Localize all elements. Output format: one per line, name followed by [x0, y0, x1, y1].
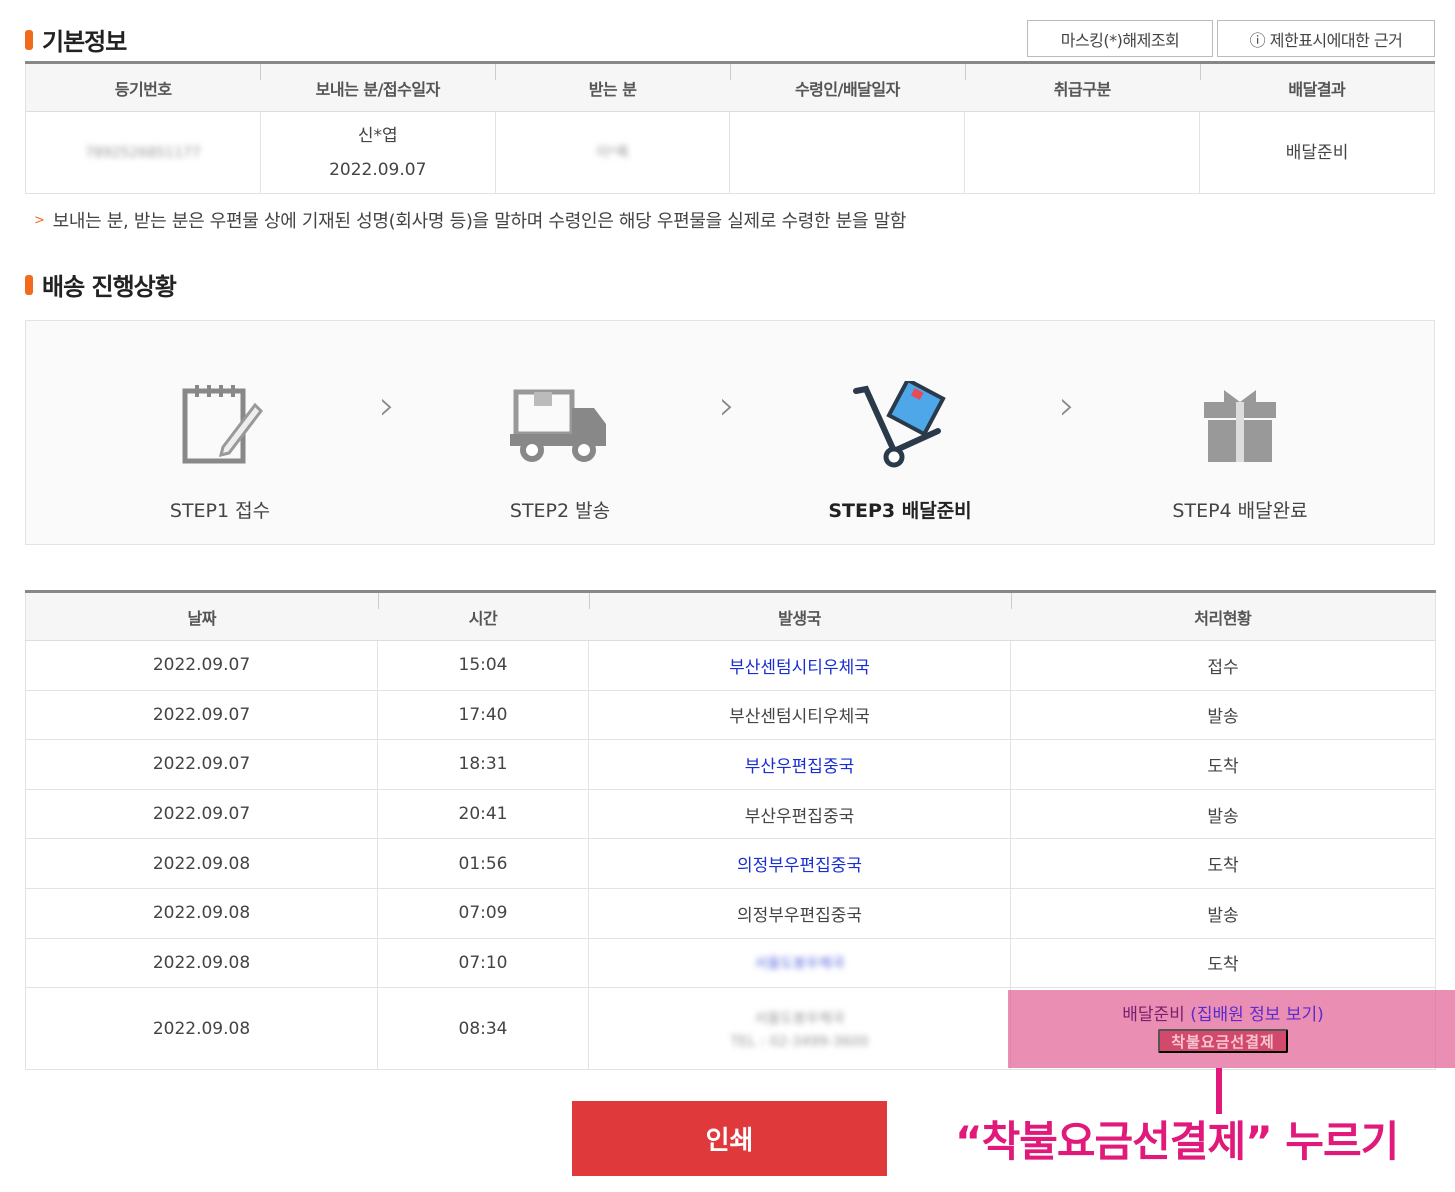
chevron-right-icon: ›: [379, 383, 395, 429]
accept-date: 2022.09.07: [329, 159, 427, 180]
time-cell: 15:04: [377, 640, 589, 691]
gift-icon: [1140, 371, 1340, 481]
header-reg-no: 등기번호: [25, 62, 261, 112]
sender-cell: 신*엽 2022.09.07: [259, 111, 496, 194]
restriction-info-button[interactable]: ⓘ 제한표시에대한 근거: [1217, 20, 1435, 57]
status-cell: 발송: [1010, 690, 1436, 741]
table-row: 2022.09.07 20:41 부산우편집중국 발송: [25, 789, 1436, 840]
step-4: STEP4 배달완료: [1140, 321, 1340, 523]
header-result: 배달결과: [1199, 62, 1435, 112]
handling-cell: [964, 111, 1200, 194]
date-cell: 2022.09.07: [25, 789, 378, 840]
step-label: STEP3 배달준비: [828, 500, 972, 522]
basic-info-table: 등기번호 보내는 분/접수일자 받는 분 수령인/배달일자 취급구분 배달결과 …: [25, 61, 1435, 194]
office-cell: 부산우편집중국: [588, 789, 1011, 840]
office-link[interactable]: 부산우편집중국: [588, 739, 1011, 790]
time-cell: 07:09: [377, 888, 589, 939]
notepad-icon: [120, 371, 320, 481]
time-cell: 20:41: [377, 789, 589, 840]
unmask-button[interactable]: 마스킹(*)해제조회: [1027, 20, 1213, 57]
office-cell: 부산센텀시티우체국: [588, 690, 1011, 741]
table-row: 2022.09.07 15:04 부산센텀시티우체국 접수: [25, 640, 1436, 691]
table-row: 7892526851177 신*엽 2022.09.07 이*록 배달준비: [25, 111, 1435, 194]
truck-icon: [460, 371, 660, 481]
status-cell: 도착: [1010, 838, 1436, 889]
office-link[interactable]: 서울도봉우체국: [588, 938, 1011, 989]
office-cell: 서울도봉우체국 TEL : 02-3499-3600: [588, 987, 1011, 1071]
reg-no-cell: 7892526851177: [25, 111, 261, 194]
progress-steps: STEP1 접수 › STEP2 발송 › STEP3 배달준비 › STEP4…: [25, 320, 1435, 545]
step-label: STEP4 배달완료: [1172, 500, 1308, 522]
table-row: 2022.09.08 07:10 서울도봉우체국 도착: [25, 938, 1436, 989]
chevron-right-icon: ›: [719, 383, 735, 429]
time-cell: 17:40: [377, 690, 589, 741]
header-date: 날짜: [25, 591, 378, 641]
date-cell: 2022.09.07: [25, 640, 378, 691]
chevron-right-icon: ›: [1059, 383, 1075, 429]
receiver-cell: 이*록: [494, 111, 730, 194]
date-cell: 2022.09.08: [25, 888, 378, 939]
recipient-cell: [729, 111, 965, 194]
print-button[interactable]: 인쇄: [572, 1101, 887, 1176]
office-cell: 의정부우편집중국: [588, 888, 1011, 939]
basic-info-title: 기본정보: [25, 22, 127, 57]
status-text: 배달준비 (집배원 정보 보기): [1122, 1005, 1324, 1025]
step-3: STEP3 배달준비: [800, 321, 1000, 523]
table-row: 2022.09.08 01:56 의정부우편집중국 도착: [25, 838, 1436, 889]
cod-prepay-button[interactable]: 착불요금선결제: [1158, 1029, 1288, 1053]
header-sender: 보내는 분/접수일자: [260, 62, 496, 112]
time-cell: 08:34: [377, 987, 589, 1071]
title-marker: [25, 29, 33, 50]
step-1: STEP1 접수: [120, 321, 320, 523]
status-cell: 발송: [1010, 888, 1436, 939]
step-label: STEP2 발송: [509, 500, 611, 522]
status-cell: 도착: [1010, 739, 1436, 790]
table-row: 2022.09.08 07:09 의정부우편집중국 발송: [25, 888, 1436, 939]
header-time: 시간: [377, 591, 589, 641]
step-2: STEP2 발송: [460, 321, 660, 523]
date-cell: 2022.09.08: [25, 987, 378, 1071]
note-arrow-icon: >: [34, 212, 45, 228]
office-link[interactable]: 부산센텀시티우체국: [588, 640, 1011, 691]
status-cell: 발송: [1010, 789, 1436, 840]
header-receiver: 받는 분: [495, 62, 730, 112]
status-cell: 접수: [1010, 640, 1436, 691]
time-cell: 01:56: [377, 838, 589, 889]
status-cell: 도착: [1010, 938, 1436, 989]
guide-text: “착불요금선결제” 누르기: [955, 1117, 1399, 1166]
courier-info-link[interactable]: (집배원 정보 보기): [1190, 1005, 1324, 1025]
handcart-icon: [800, 371, 1000, 481]
date-cell: 2022.09.08: [25, 938, 378, 989]
header-status: 처리현황: [1010, 591, 1436, 641]
office-link[interactable]: 의정부우편집중국: [588, 838, 1011, 889]
date-cell: 2022.09.08: [25, 838, 378, 889]
info-note: > 보내는 분, 받는 분은 우편물 상에 기재된 성명(회사명 등)을 말하며…: [34, 211, 907, 232]
table-row: 2022.09.07 18:31 부산우편집중국 도착: [25, 739, 1436, 790]
date-cell: 2022.09.07: [25, 690, 378, 741]
table-row: 2022.09.07 17:40 부산센텀시티우체국 발송: [25, 690, 1436, 741]
sender-name: 신*엽: [357, 125, 398, 146]
title-marker: [25, 274, 33, 295]
time-cell: 07:10: [377, 938, 589, 989]
header-handling: 취급구분: [964, 62, 1200, 112]
result-cell: 배달준비: [1199, 111, 1435, 194]
date-cell: 2022.09.07: [25, 739, 378, 790]
header-office: 발생국: [588, 591, 1011, 641]
step-label: STEP1 접수: [169, 500, 271, 522]
progress-title: 배송 진행상황: [25, 267, 177, 302]
top-buttons: 마스킹(*)해제조회 ⓘ 제한표시에대한 근거: [1027, 20, 1435, 57]
header-recipient: 수령인/배달일자: [729, 62, 965, 112]
time-cell: 18:31: [377, 739, 589, 790]
